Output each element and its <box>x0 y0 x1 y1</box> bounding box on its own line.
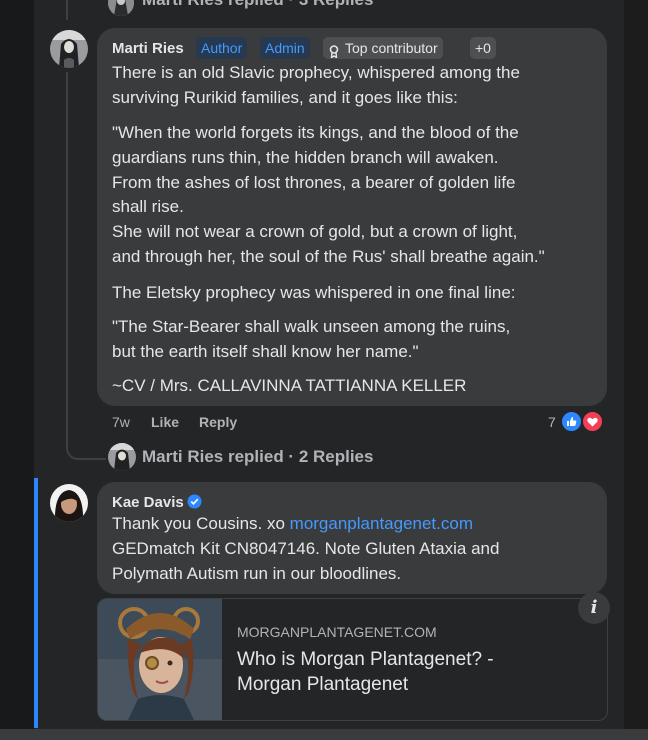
comment-text-line: From the ashes of lost thrones, a bearer… <box>112 173 516 192</box>
bottom-bar <box>0 729 648 740</box>
right-gutter <box>624 0 648 740</box>
avatar-marti-ries[interactable] <box>50 30 88 68</box>
website-link[interactable]: morganplantagenet.com <box>290 514 473 533</box>
comment-text-line: There is an old Slavic prophecy, whisper… <box>112 63 520 82</box>
comment-text-line: The Eletsky prophecy was whispered in on… <box>112 283 516 302</box>
plus-badge[interactable]: +0 <box>470 37 496 59</box>
comment-author[interactable]: Kae Davis <box>112 494 184 511</box>
top-contributor-label: Top contributor <box>345 40 438 56</box>
like-button[interactable]: Like <box>151 414 179 430</box>
comment-text-line: shall rise. <box>112 197 184 216</box>
comment-text-line: Thank you Cousins. xo morganplantagenet.… <box>112 512 473 537</box>
reaction-count[interactable]: 7 <box>548 414 556 430</box>
thread-line-curve <box>66 446 106 460</box>
avatar-kae-davis[interactable] <box>50 484 88 522</box>
view-replies-link-top[interactable]: Marti Ries replied · 3 Replies <box>142 0 373 10</box>
left-gutter <box>0 0 34 740</box>
like-icon[interactable] <box>560 410 583 433</box>
facebook-comment-thread: Marti Ries replied · 3 Replies Marti Rie… <box>0 0 648 740</box>
verified-badge-icon <box>187 494 202 509</box>
admin-badge[interactable]: Admin <box>260 37 310 59</box>
highlight-bar <box>34 478 38 728</box>
comment-text-line: GEDmatch Kit CN8047146. Note Gluten Atax… <box>112 539 500 558</box>
link-preview-image[interactable] <box>98 599 222 720</box>
comment-text-line: surviving Rurikid families, and it goes … <box>112 88 458 107</box>
comment-signature: ~CV / Mrs. CALLAVINNA TATTIANNA KELLER <box>112 376 467 395</box>
avatar-marti-ries-small[interactable] <box>108 443 136 471</box>
comment-author[interactable]: Marti Ries <box>112 40 184 57</box>
comment-text-line: "When the world forgets its kings, and t… <box>112 123 519 142</box>
comment-text: Thank you Cousins. xo <box>112 514 290 533</box>
comment-text-line: but the earth itself shall know her name… <box>112 342 419 361</box>
link-preview-title-line[interactable]: Morgan Plantagenet <box>237 674 408 696</box>
reply-button[interactable]: Reply <box>199 414 237 430</box>
link-preview-title-line[interactable]: Who is Morgan Plantagenet? - <box>237 649 494 671</box>
thread-line-vertical <box>66 72 68 448</box>
comment-timestamp[interactable]: 7w <box>112 414 130 430</box>
info-icon[interactable]: i <box>578 592 610 624</box>
comment-text-line: guardians runs thin, the hidden branch w… <box>112 148 499 167</box>
comment-text-line: "The Star-Bearer shall walk unseen among… <box>112 317 511 336</box>
link-preview-domain: MORGANPLANTAGENET.COM <box>237 624 437 640</box>
top-contributor-badge[interactable]: Top contributor <box>323 37 443 59</box>
award-icon <box>329 42 339 59</box>
comment-text-line: and through her, the soul of the Rus' sh… <box>112 247 545 266</box>
thread-line-top <box>66 0 68 20</box>
link-preview-card[interactable]: MORGANPLANTAGENET.COM Who is Morgan Plan… <box>97 598 608 721</box>
love-icon[interactable] <box>581 410 604 433</box>
view-replies-link[interactable]: Marti Ries replied · 2 Replies <box>142 447 373 467</box>
comment-text-line: She will not wear a crown of gold, but a… <box>112 222 518 241</box>
comment-text-line: Polymath Autism run in our bloodlines. <box>112 564 402 583</box>
author-badge[interactable]: Author <box>196 37 248 59</box>
